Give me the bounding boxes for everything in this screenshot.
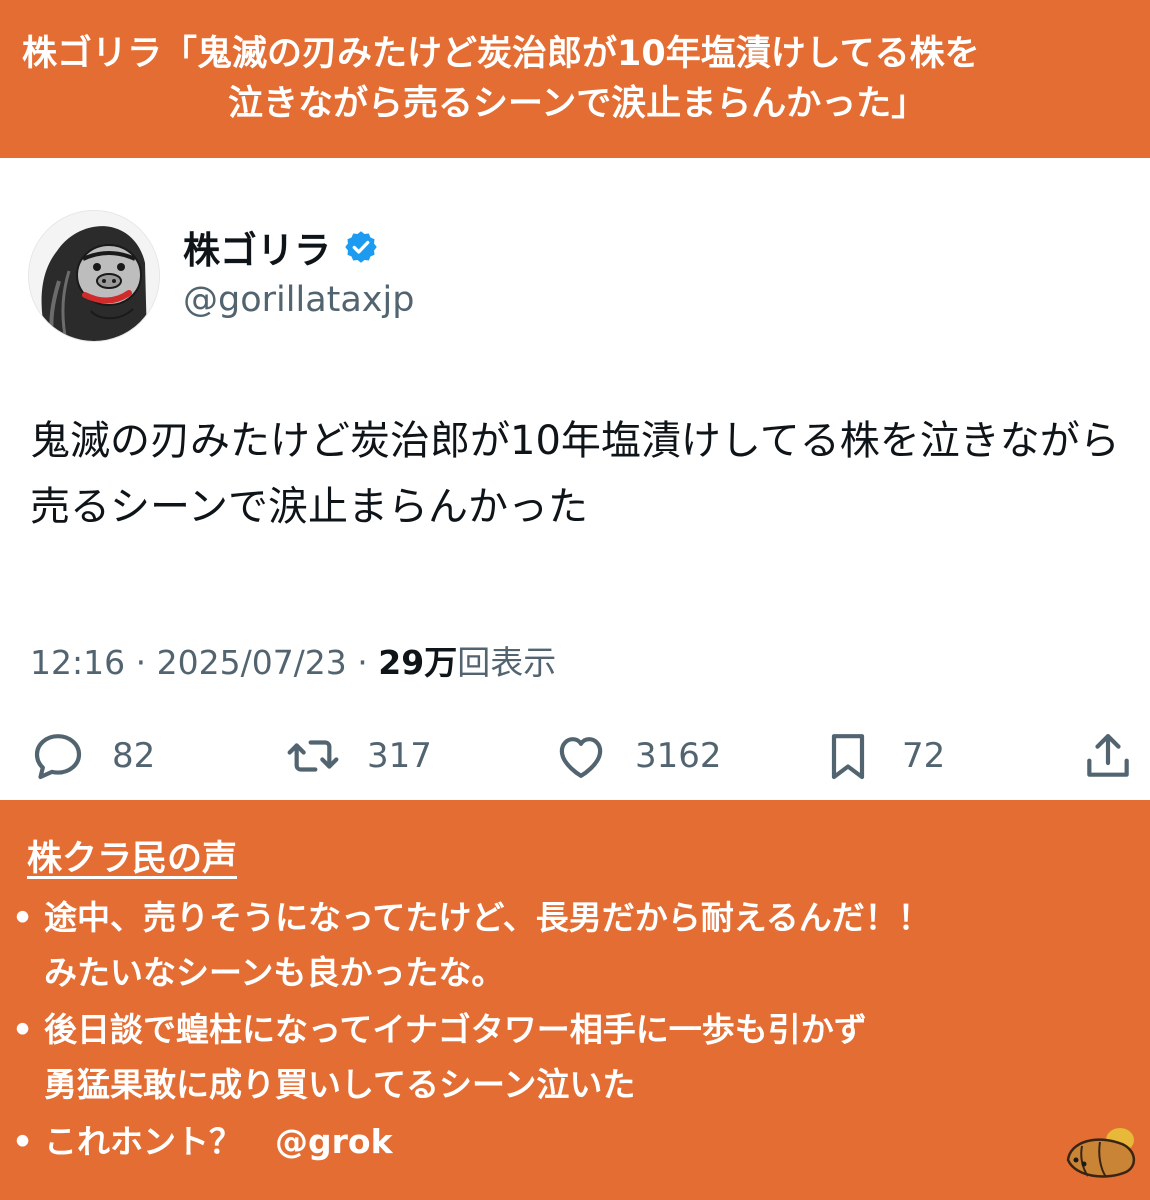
gorilla-avatar-icon <box>29 211 159 341</box>
share-button[interactable] <box>1080 728 1136 784</box>
tweet-text: 鬼滅の刃みたけど炭治郎が10年塩漬けしてる株を泣きながら売るシーンで涙止まらんか… <box>30 418 1120 530</box>
verified-badge-icon <box>345 231 377 263</box>
comment-line: 途中、売りそうになってたけど、長男だから耐えるんだ！！ <box>44 898 931 937</box>
bookmark-count: 72 <box>902 736 946 776</box>
tweet-time[interactable]: 12:16 <box>30 643 125 682</box>
retweet-button[interactable]: 317 <box>285 728 432 784</box>
like-icon <box>559 737 603 778</box>
panel-heading: 株クラ民の声 <box>27 839 238 879</box>
display-name[interactable]: 株ゴリラ <box>183 220 331 274</box>
list-item: • 後日談で蝗柱になってイナゴタワー相手に一歩も引かず 勇猛果敢に成り買いしてる… <box>12 1002 1142 1112</box>
comments-panel: 株クラ民の声 • 途中、売りそうになってたけど、長男だから耐えるんだ！！ みたい… <box>0 800 1150 1200</box>
comment-line: これホント？ @grok <box>44 1122 393 1161</box>
header-title-line-1: 株ゴリラ「鬼滅の刃みたけど炭治郎が10年塩漬けしてる株を <box>22 34 980 74</box>
tweet-date[interactable]: 2025/07/23 <box>157 643 347 682</box>
retweet-count: 317 <box>367 736 432 776</box>
bullet: • <box>12 1122 34 1161</box>
header-title-line-2: 泣きながら売るシーンで涙止まらんかった」 <box>228 84 927 124</box>
avatar[interactable] <box>28 210 160 342</box>
meta-separator: · <box>125 643 157 682</box>
bullet: • <box>12 1010 34 1049</box>
reply-icon <box>34 734 82 780</box>
share-icon <box>1087 734 1129 777</box>
list-item: • これホント？ @grok <box>12 1114 1142 1169</box>
like-count: 3162 <box>635 736 722 776</box>
bookmark-icon <box>831 734 865 780</box>
like-button[interactable]: 3162 <box>553 728 722 784</box>
views-label: 回表示 <box>457 643 557 682</box>
comment-line: 後日談で蝗柱になってイナゴタワー相手に一歩も引かず <box>44 1010 867 1049</box>
views-count: 29万 <box>378 643 458 682</box>
user-handle[interactable]: @gorillataxjp <box>183 280 414 320</box>
retweet-icon <box>287 740 339 772</box>
author-row: 株ゴリラ <box>183 220 379 274</box>
mascot-icon <box>1066 1128 1135 1178</box>
reply-count: 82 <box>112 736 156 776</box>
header-banner: 株ゴリラ「鬼滅の刃みたけど炭治郎が10年塩漬けしてる株を 泣きながら売るシーンで… <box>0 0 1150 158</box>
tweet-card: 株ゴリラ @gorillataxjp 鬼滅の刃みたけど炭治郎が10年塩漬けしてる… <box>0 158 1150 800</box>
comment-list: • 途中、売りそうになってたけど、長男だから耐えるんだ！！ みたいなシーンも良か… <box>12 890 1142 1171</box>
comment-line: 勇猛果敢に成り買いしてるシーン泣いた <box>44 1065 636 1104</box>
tweet-meta: 12:16 · 2025/07/23 · 29万回表示 <box>30 636 556 684</box>
bullet: • <box>12 898 34 937</box>
comment-line: みたいなシーンも良かったな。 <box>44 953 505 992</box>
tweet-actions: 82 317 3162 72 <box>0 728 1150 788</box>
reply-button[interactable]: 82 <box>30 728 155 784</box>
bookmark-button[interactable]: 72 <box>820 728 945 784</box>
list-item: • 途中、売りそうになってたけど、長男だから耐えるんだ！！ みたいなシーンも良か… <box>12 890 1142 1000</box>
meta-separator: · <box>346 643 379 682</box>
